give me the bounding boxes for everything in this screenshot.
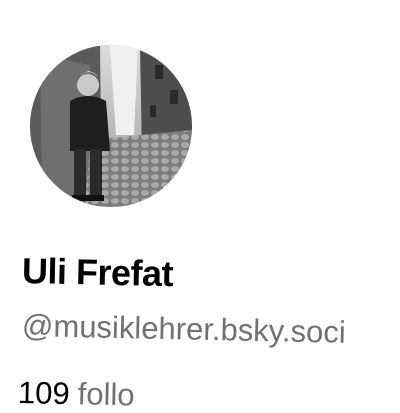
followers-stat[interactable]: 109 follo xyxy=(18,375,135,413)
followers-count: 109 xyxy=(17,375,71,412)
avatar-photo xyxy=(30,45,192,207)
profile-avatar[interactable] xyxy=(30,45,192,207)
followers-label: follo xyxy=(77,376,135,413)
display-name: Uli Frefat xyxy=(21,250,174,295)
profile-handle[interactable]: @musiklehrer.bsky.soci xyxy=(22,308,346,351)
